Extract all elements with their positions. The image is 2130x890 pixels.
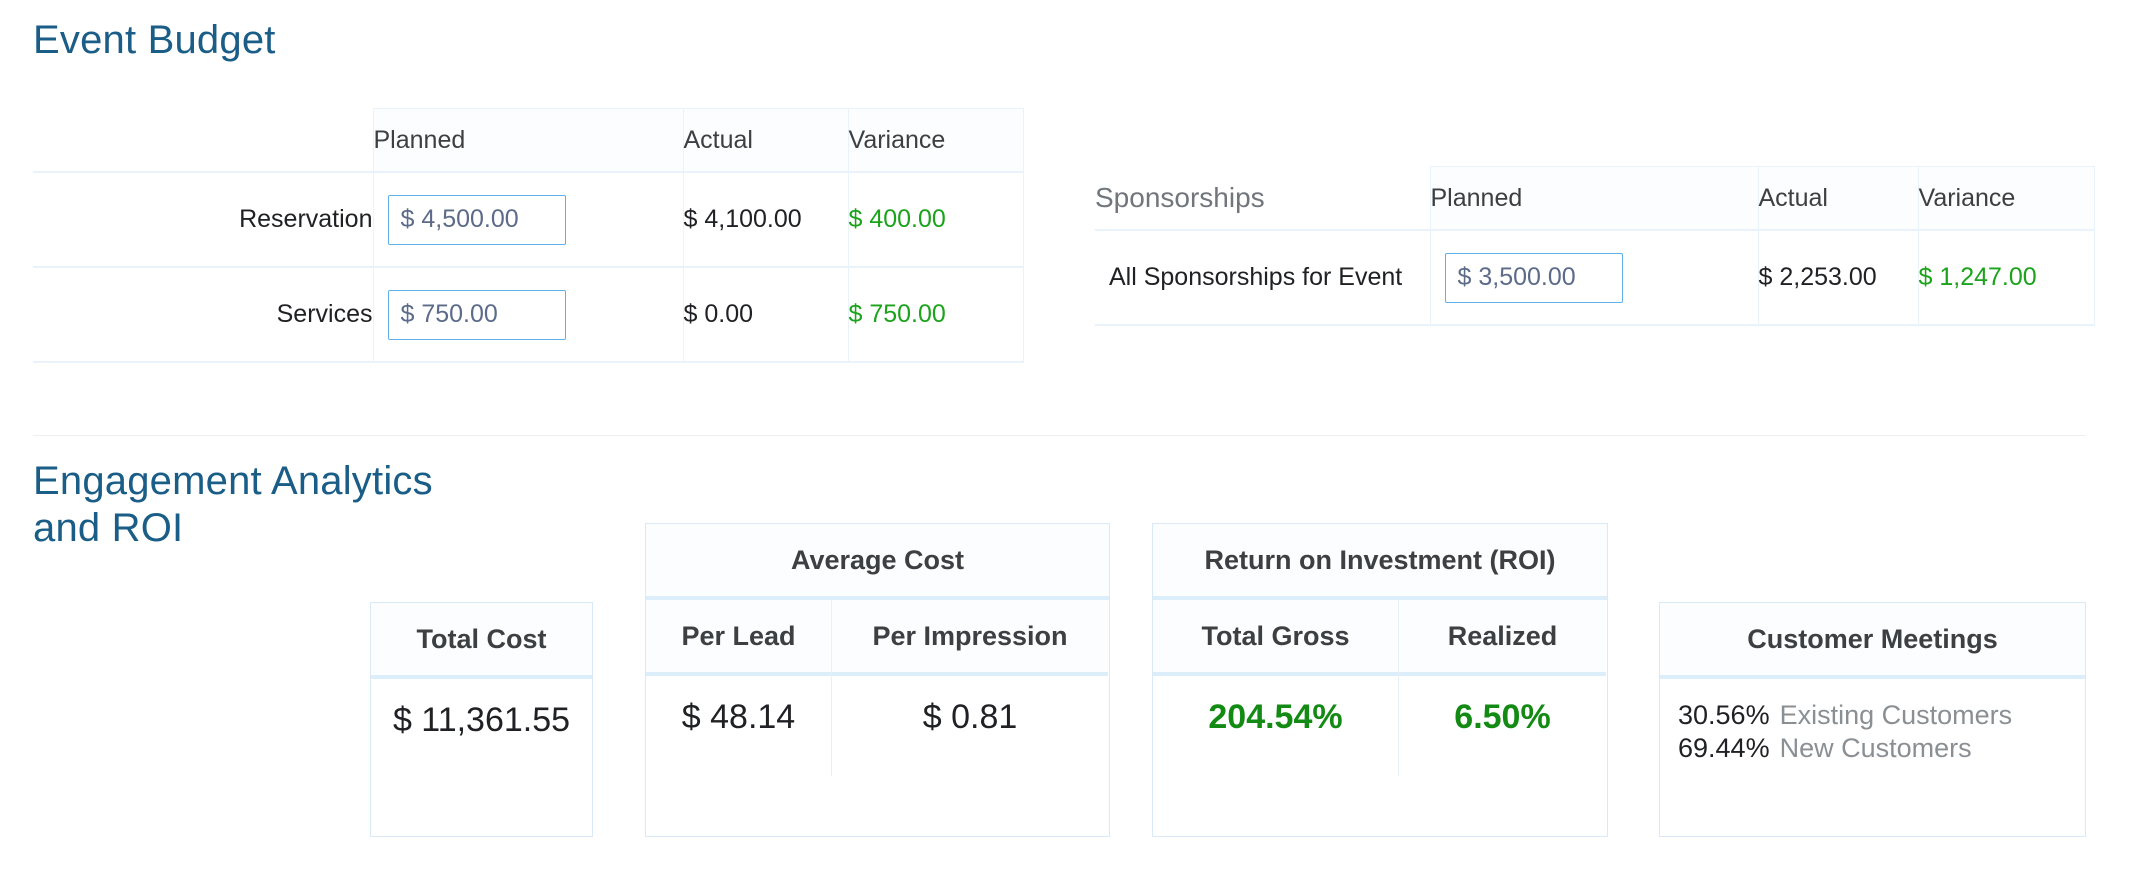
metric-card-total-cost: Total Cost $ 11,361.55 [370,602,593,837]
column-header-planned: Planned [372,108,683,173]
cell-services-actual: $ 0.00 [682,266,848,363]
cell-services-planned [372,266,683,363]
new-customers-percent: 69.44% [1678,732,1770,763]
roi-subheader-row: Total Gross Realized [1153,600,1607,676]
total-cost-value: $ 11,361.55 [392,701,571,739]
average-cost-value-row: $ 48.14 $ 0.81 [646,676,1109,776]
existing-customers-percent: 30.56% [1678,700,1770,730]
customer-meetings-title: Customer Meetings [1660,603,2085,679]
sponsorship-column-header-planned: Planned [1429,166,1758,231]
customer-meetings-row-new: 69.44% New Customers [1678,732,2085,765]
row-label-services: Services [33,266,373,363]
total-cost-header: Total Cost [371,603,592,679]
roi-column-realized: Realized [1398,600,1606,676]
average-cost-subheader-row: Per Lead Per Impression [646,600,1109,676]
page-title-event-budget: Event Budget [33,18,276,62]
cell-sponsorship-actual: $ 2,253.00 [1757,229,1918,326]
customer-meetings-row-existing: 30.56% Existing Customers [1678,699,2085,732]
roi-title: Return on Investment (ROI) [1153,524,1607,600]
sponsorship-planned-input[interactable] [1444,252,1623,303]
row-label-all-sponsorships: All Sponsorships for Event [1095,229,1430,326]
sponsorship-column-header-variance: Variance [1917,166,2095,231]
average-cost-column-per-lead: Per Lead [646,600,831,676]
existing-customers-label: Existing Customers [1779,700,2013,730]
header-blank-corner [33,109,373,173]
column-header-variance: Variance [847,108,1024,173]
cell-sponsorship-variance: $ 1,247.00 [1917,229,2095,326]
sponsorship-column-header-actual: Actual [1757,166,1918,231]
roi-value-row: 204.54% 6.50% [1153,676,1607,776]
average-cost-value-per-lead: $ 48.14 [681,698,796,736]
sponsorship-header-row: Sponsorships Planned Actual Variance [1095,166,2095,231]
row-label-reservation: Reservation [33,171,373,268]
table-row-services: Services $ 0.00 $ 750.00 [33,266,1024,363]
cell-services-variance: $ 750.00 [847,266,1024,363]
metric-card-average-cost: Average Cost Per Lead Per Impression $ 4… [645,523,1110,837]
metric-card-customer-meetings: Customer Meetings 30.56% Existing Custome… [1659,602,2086,837]
roi-value-realized: 6.50% [1398,676,1606,776]
reservation-planned-input[interactable] [387,194,566,245]
section-divider [33,435,2086,436]
cell-sponsorship-planned [1429,229,1758,326]
cell-reservation-variance: $ 400.00 [847,171,1024,268]
page-title-engagement-analytics: Engagement Analytics and ROI [33,459,433,551]
cell-reservation-planned [372,171,683,268]
average-cost-value-per-impression: $ 0.81 [831,676,1108,776]
sponsorships-table: Sponsorships Planned Actual Variance All… [1095,166,2095,326]
services-planned-input[interactable] [387,289,566,340]
customer-meetings-body: 30.56% Existing Customers 69.44% New Custo… [1660,679,2085,779]
metric-card-roi: Return on Investment (ROI) Total Gross R… [1152,523,1608,837]
total-cost-value-row: $ 11,361.55 [371,679,592,779]
sponsorships-label: Sponsorships [1095,181,1265,213]
new-customers-label: New Customers [1779,732,1972,763]
average-cost-title: Average Cost [646,524,1109,600]
event-budget-table: Planned Actual Variance Reservation $ 4,… [33,108,1024,363]
table-row-reservation: Reservation $ 4,100.00 $ 400.00 [33,171,1024,268]
roi-column-total-gross: Total Gross [1153,600,1398,676]
roi-value-total-gross: 204.54% [1208,698,1343,736]
column-header-actual: Actual [682,108,848,173]
average-cost-column-per-impression: Per Impression [831,600,1108,676]
cell-reservation-actual: $ 4,100.00 [682,171,848,268]
sponsorship-table-row: All Sponsorships for Event $ 2,253.00 $ … [1095,229,2095,326]
table-header-row: Planned Actual Variance [33,108,1024,173]
